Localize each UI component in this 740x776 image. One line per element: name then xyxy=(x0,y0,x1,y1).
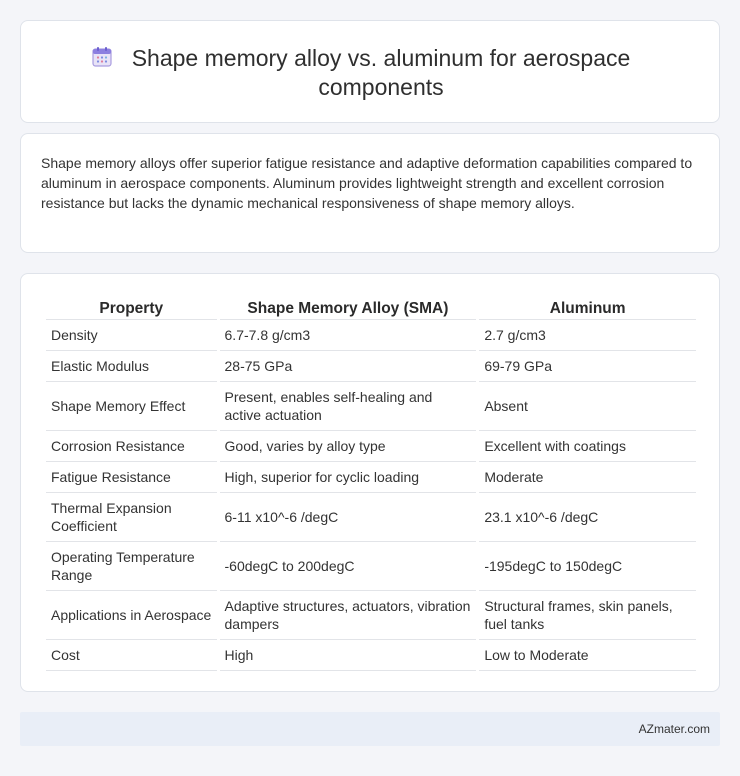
footer-bar: AZmater.com xyxy=(20,712,720,746)
row-sma-value: 28-75 GPa xyxy=(219,351,477,382)
row-sma-value: 6.7-7.8 g/cm3 xyxy=(219,320,477,351)
row-property: Applications in Aerospace xyxy=(46,591,217,640)
summary-card: Shape memory alloys offer superior fatig… xyxy=(20,133,720,253)
table-header-row: Property Shape Memory Alloy (SMA) Alumin… xyxy=(46,294,696,320)
title-card: Shape memory alloy vs. aluminum for aero… xyxy=(20,20,720,123)
row-sma-value: Good, varies by alloy type xyxy=(219,431,477,462)
row-aluminum-value: Absent xyxy=(479,382,696,431)
table-row: Cost High Low to Moderate xyxy=(46,640,696,671)
row-aluminum-value: -195degC to 150degC xyxy=(479,542,696,591)
table-row: Applications in Aerospace Adaptive struc… xyxy=(46,591,696,640)
row-sma-value: 6-11 x10^-6 /degC xyxy=(219,493,477,542)
row-sma-value: High xyxy=(219,640,477,671)
table-row: Thermal Expansion Coefficient 6-11 x10^-… xyxy=(46,493,696,542)
row-aluminum-value: Low to Moderate xyxy=(479,640,696,671)
row-aluminum-value: Moderate xyxy=(479,462,696,493)
row-sma-value: Present, enables self-healing and active… xyxy=(219,382,477,431)
row-property: Fatigue Resistance xyxy=(46,462,217,493)
row-sma-value: -60degC to 200degC xyxy=(219,542,477,591)
row-property: Thermal Expansion Coefficient xyxy=(46,493,217,542)
row-property: Operating Temperature Range xyxy=(46,542,217,591)
row-property: Shape Memory Effect xyxy=(46,382,217,431)
column-header-aluminum: Aluminum xyxy=(479,294,696,320)
column-header-property: Property xyxy=(46,294,217,320)
row-property: Corrosion Resistance xyxy=(46,431,217,462)
comparison-table: Property Shape Memory Alloy (SMA) Alumin… xyxy=(43,294,699,671)
row-aluminum-value: Structural frames, skin panels, fuel tan… xyxy=(479,591,696,640)
comparison-card: Property Shape Memory Alloy (SMA) Alumin… xyxy=(20,273,720,692)
table-row: Shape Memory Effect Present, enables sel… xyxy=(46,382,696,431)
table-row: Corrosion Resistance Good, varies by all… xyxy=(46,431,696,462)
row-property: Cost xyxy=(46,640,217,671)
table-row: Fatigue Resistance High, superior for cy… xyxy=(46,462,696,493)
table-row: Elastic Modulus 28-75 GPa 69-79 GPa xyxy=(46,351,696,382)
row-sma-value: Adaptive structures, actuators, vibratio… xyxy=(219,591,477,640)
row-property: Density xyxy=(46,320,217,351)
row-aluminum-value: 69-79 GPa xyxy=(479,351,696,382)
page-title: Shape memory alloy vs. aluminum for aero… xyxy=(131,45,631,100)
footer-brand: AZmater.com xyxy=(638,722,710,736)
table-row: Operating Temperature Range -60degC to 2… xyxy=(46,542,696,591)
table-row: Density 6.7-7.8 g/cm3 2.7 g/cm3 xyxy=(46,320,696,351)
row-aluminum-value: Excellent with coatings xyxy=(479,431,696,462)
summary-text: Shape memory alloys offer superior fatig… xyxy=(41,155,693,211)
row-property: Elastic Modulus xyxy=(46,351,217,382)
row-sma-value: High, superior for cyclic loading xyxy=(219,462,477,493)
column-header-sma: Shape Memory Alloy (SMA) xyxy=(219,294,477,320)
row-aluminum-value: 2.7 g/cm3 xyxy=(479,320,696,351)
row-aluminum-value: 23.1 x10^-6 /degC xyxy=(479,493,696,542)
